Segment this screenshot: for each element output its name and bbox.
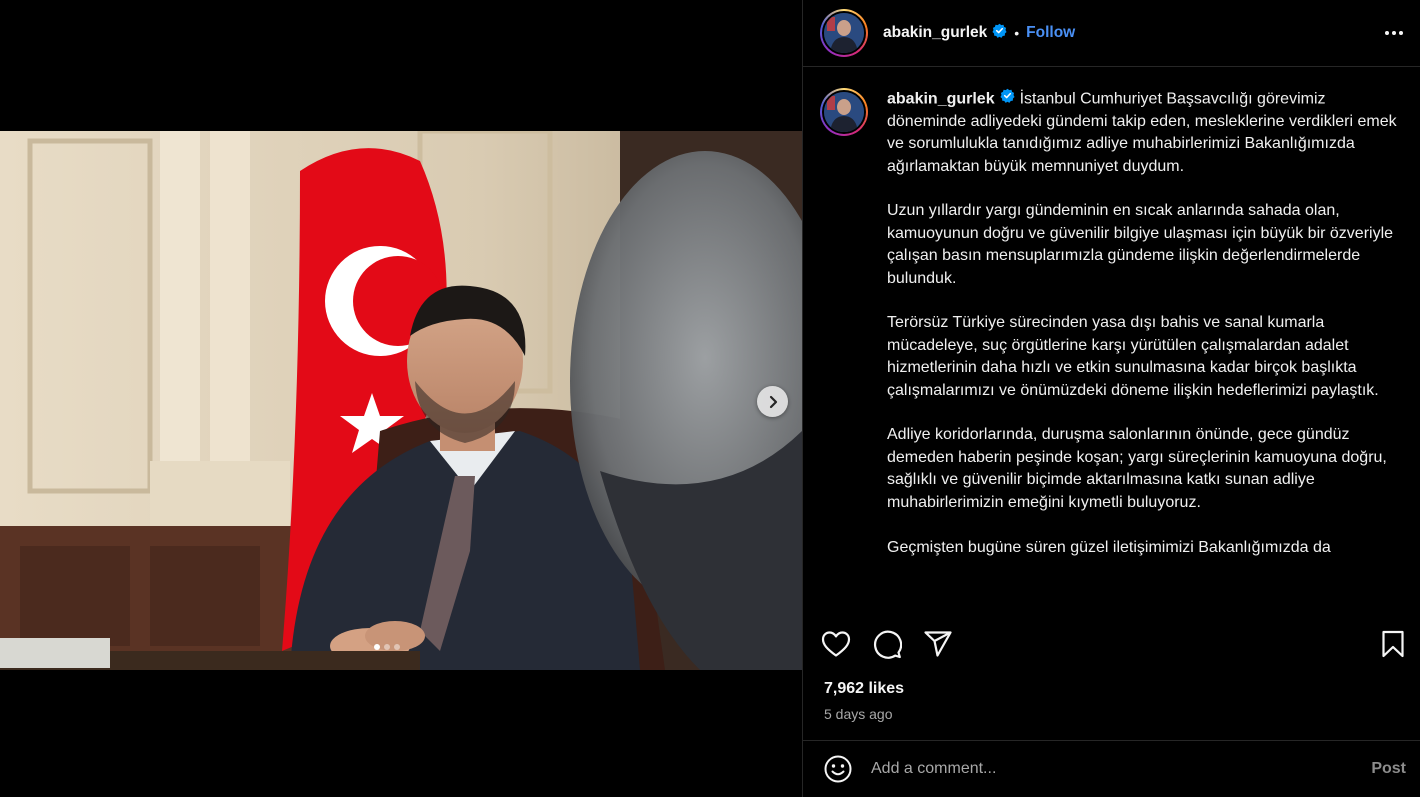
username[interactable]: abakin_gurlek	[883, 24, 987, 42]
verified-badge-icon	[992, 23, 1007, 43]
caption-paragraph: Geçmişten bugüne süren güzel iletişimimi…	[887, 538, 1331, 556]
carousel-indicator	[374, 644, 400, 650]
heart-icon[interactable]	[821, 630, 851, 658]
post-photo[interactable]	[0, 131, 802, 670]
caption-scroll-area[interactable]: abakin_gurlek İstanbul Cumhuriyet Başsavc…	[803, 68, 1420, 613]
photo-illustration	[0, 131, 802, 670]
post-timestamp[interactable]: 5 days ago	[824, 706, 893, 722]
header-separator: •	[1014, 25, 1020, 41]
follow-button[interactable]: Follow	[1026, 24, 1075, 42]
comment-bar: Post	[803, 740, 1420, 797]
caption-paragraph: Uzun yıllardır yargı gündeminin en sıcak…	[887, 202, 1394, 287]
comment-input[interactable]	[871, 760, 1372, 778]
post-media	[0, 0, 802, 797]
chevron-right-icon	[766, 395, 780, 409]
caption-text: abakin_gurlek İstanbul Cumhuriyet Başsavc…	[887, 88, 1403, 581]
carousel-dot	[394, 644, 400, 650]
post-details-panel: abakin_gurlek • Follow abakin_gurlek İsta…	[802, 0, 1420, 797]
caption-paragraph: Adliye koridorlarında, duruşma salonları…	[887, 426, 1387, 511]
like-count[interactable]: 7,962 likes	[824, 680, 904, 698]
more-options-icon[interactable]	[1385, 25, 1403, 41]
comment-icon[interactable]	[872, 629, 902, 659]
carousel-dot	[384, 644, 390, 650]
post-actions	[821, 622, 1405, 666]
carousel-next-button[interactable]	[757, 386, 788, 417]
avatar[interactable]	[820, 9, 868, 57]
bookmark-icon[interactable]	[1381, 630, 1405, 658]
caption-paragraph: Terörsüz Türkiye sürecinden yasa dışı ba…	[887, 314, 1379, 399]
caption-row: abakin_gurlek İstanbul Cumhuriyet Başsavc…	[820, 88, 1403, 581]
emoji-icon[interactable]	[823, 754, 853, 784]
caption-username[interactable]: abakin_gurlek	[887, 90, 995, 107]
post-header: abakin_gurlek • Follow	[803, 0, 1420, 67]
caption-avatar[interactable]	[820, 88, 868, 136]
verified-badge-icon	[1000, 88, 1015, 110]
carousel-dot	[374, 644, 380, 650]
share-icon[interactable]	[923, 630, 953, 658]
post-comment-button[interactable]: Post	[1371, 760, 1406, 778]
